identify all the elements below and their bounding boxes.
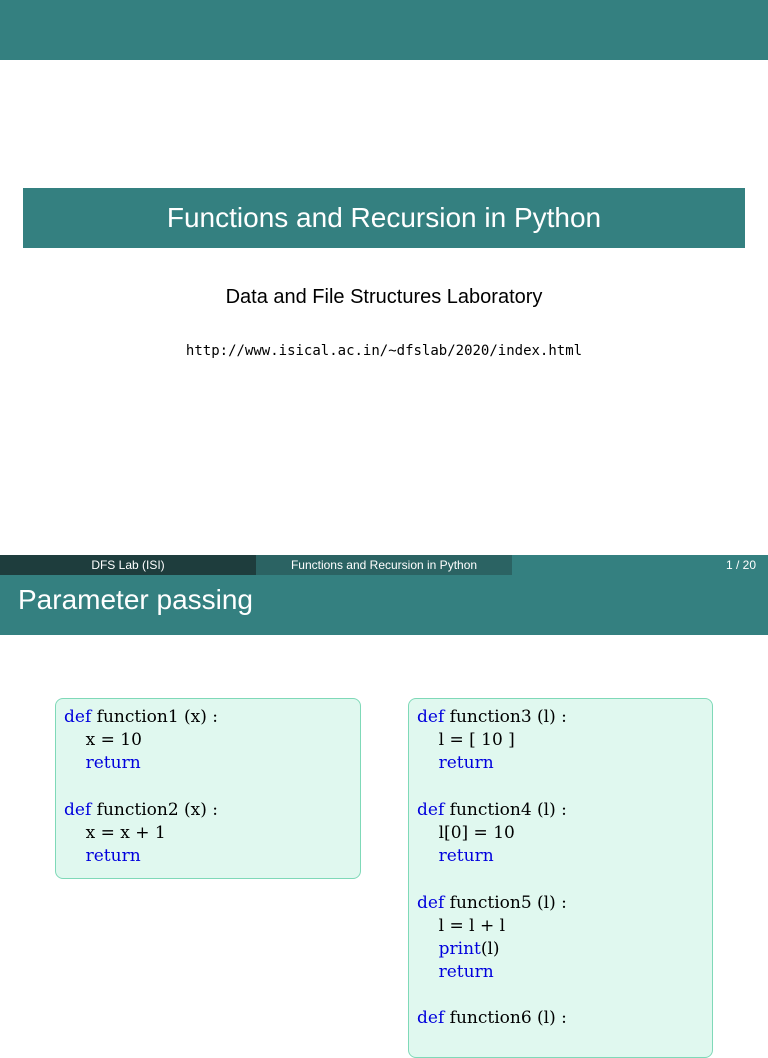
- lab-url: http://www.isical.ac.in/~dfslab/2020/ind…: [185, 343, 583, 359]
- code-keyword: def: [64, 707, 92, 727]
- code-keyword: return: [438, 753, 494, 774]
- code-text: function6 (l) :: [444, 1008, 567, 1029]
- code-line: def function4 (l) :: [417, 799, 704, 822]
- code-text: l[0] = 10: [438, 822, 515, 843]
- code-text: (l): [480, 938, 500, 959]
- code-line: def function2 (x) :: [64, 799, 352, 822]
- code-line: return: [417, 961, 704, 984]
- code-line: l[0] = 10: [417, 822, 704, 845]
- code-line: def function3 (l) :: [417, 706, 704, 729]
- code-block-left: def function1 (x) : x = 10 return def fun…: [55, 698, 361, 879]
- code-text: l = l + l: [438, 915, 506, 936]
- code-text: function4 (l) :: [444, 799, 567, 820]
- code-text: x = x + 1: [85, 822, 166, 843]
- code-keyword: return: [438, 962, 494, 983]
- code-line: return: [64, 845, 352, 868]
- code-line: def function6 (l) :: [417, 1007, 704, 1030]
- code-line: return: [64, 752, 352, 775]
- code-text: function3 (l) :: [444, 707, 567, 727]
- code-text: function1 (x) :: [91, 707, 219, 727]
- footer-title: Functions and Recursion in Python: [256, 555, 512, 575]
- code-line: return: [417, 752, 704, 775]
- code-text: x = 10: [85, 730, 142, 751]
- code-text: function5 (l) :: [444, 892, 567, 913]
- code-text: l = [ 10 ]: [438, 730, 515, 751]
- code-line: x = 10: [64, 729, 352, 752]
- code-line: return: [417, 845, 704, 868]
- slide-title: Functions and Recursion in Python: [23, 188, 745, 248]
- code-line: l = l + l: [417, 915, 704, 938]
- code-block-right: def function3 (l) : l = [ 10 ] return def…: [408, 698, 713, 1058]
- slide-top-bar: [0, 0, 768, 60]
- code-keyword: def: [417, 707, 445, 727]
- code-keyword: def: [64, 799, 92, 820]
- code-line: def function1 (x) :: [64, 706, 352, 729]
- code-text: function2 (x) :: [91, 799, 219, 820]
- title-text: Functions and Recursion in Python: [166, 202, 602, 233]
- frame-title: Parameter passing: [0, 575, 768, 635]
- code-line: x = x + 1: [64, 822, 352, 845]
- code-keyword: def: [417, 799, 445, 820]
- code-keyword: def: [417, 892, 445, 913]
- footer-author: DFS Lab (ISI): [0, 555, 256, 575]
- code-keyword: return: [438, 846, 494, 867]
- code-line: print(l): [417, 938, 704, 961]
- code-keyword: print: [438, 938, 481, 959]
- code-keyword: return: [85, 753, 141, 774]
- footer-page-number: 1 / 20: [512, 555, 768, 575]
- code-line: l = [ 10 ]: [417, 729, 704, 752]
- code-keyword: def: [417, 1008, 445, 1029]
- subtitle: Data and File Structures Laboratory: [225, 286, 543, 308]
- code-line: def function5 (l) :: [417, 892, 704, 915]
- code-keyword: return: [85, 846, 141, 867]
